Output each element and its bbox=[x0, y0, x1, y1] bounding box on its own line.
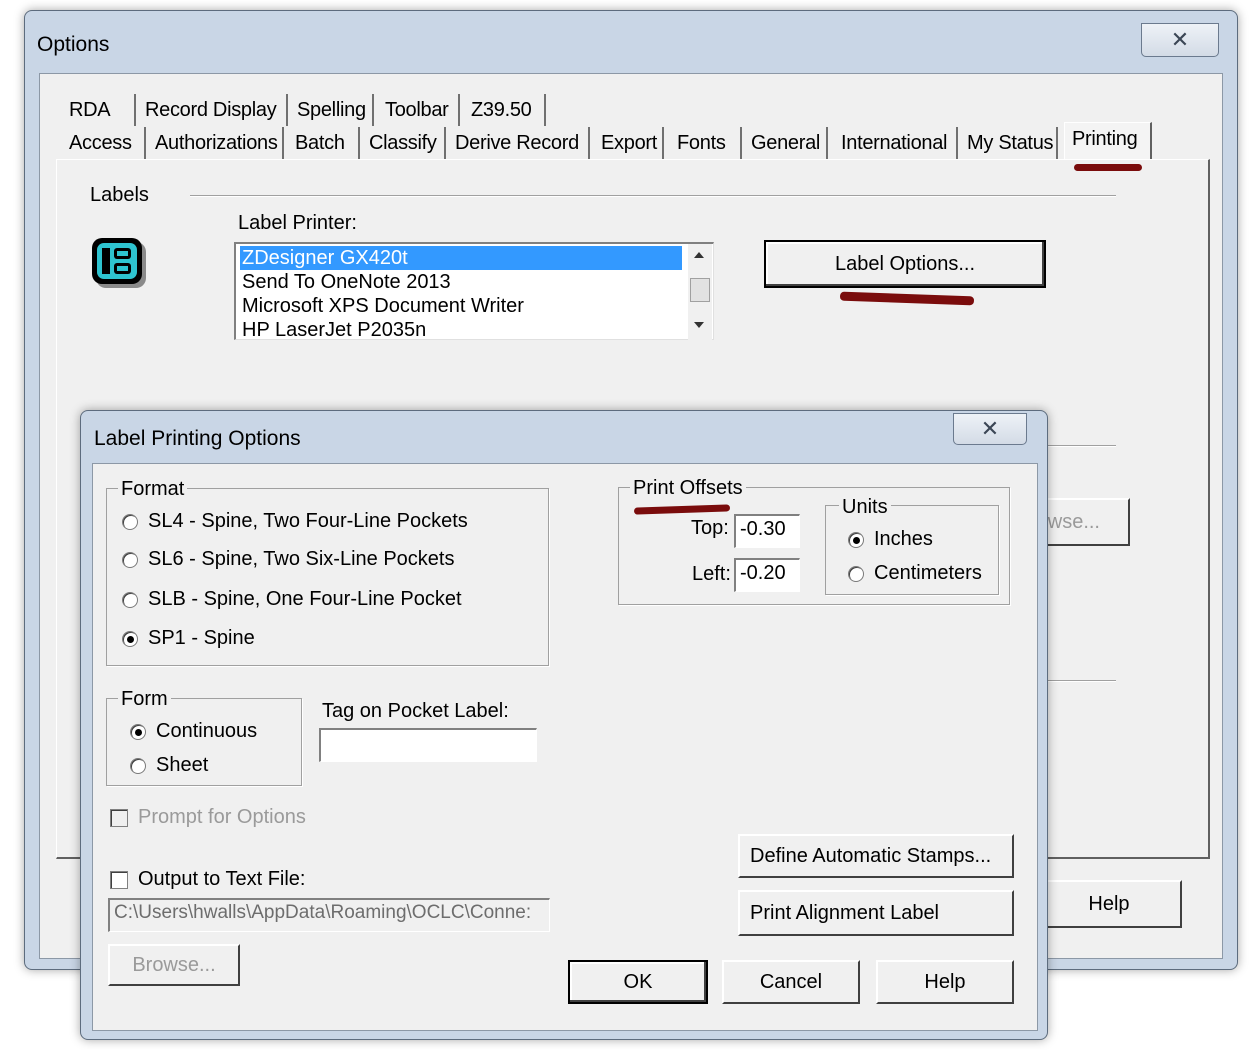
tab-toolbar[interactable]: Toolbar bbox=[378, 94, 460, 126]
printer-listbox[interactable]: ZDesigner GX420t Send To OneNote 2013 Mi… bbox=[234, 242, 714, 342]
dialog-close-button[interactable]: ✕ bbox=[953, 413, 1027, 445]
tab-printing[interactable]: Printing bbox=[1064, 122, 1152, 160]
tab-access[interactable]: Access bbox=[62, 127, 146, 159]
left-offset-input[interactable]: -0.20 bbox=[734, 558, 800, 592]
printer-item[interactable]: Microsoft XPS Document Writer bbox=[240, 294, 524, 318]
tab-batch[interactable]: Batch bbox=[288, 127, 360, 159]
top-offset-label: Top: bbox=[691, 517, 729, 539]
browse-button: Browse... bbox=[108, 944, 240, 986]
tab-record-display[interactable]: Record Display bbox=[138, 94, 288, 126]
section-separator bbox=[1040, 680, 1116, 682]
prompt-for-options-checkbox: Prompt for Options bbox=[110, 806, 306, 829]
tab-z3950[interactable]: Z39.50 bbox=[464, 94, 546, 126]
tab-rda[interactable]: RDA bbox=[62, 94, 136, 126]
printer-item[interactable]: ZDesigner GX420t bbox=[240, 246, 682, 270]
tab-derive-record[interactable]: Derive Record bbox=[448, 127, 590, 159]
scroll-thumb[interactable] bbox=[690, 278, 710, 302]
format-legend: Format bbox=[118, 478, 188, 500]
checkbox bbox=[110, 808, 128, 827]
radio-button[interactable] bbox=[130, 723, 146, 740]
form-option-continuous[interactable]: Continuous bbox=[130, 720, 257, 743]
format-option-label: SLB - Spine, One Four-Line Pocket bbox=[148, 588, 462, 610]
section-separator bbox=[1040, 445, 1116, 447]
labels-separator bbox=[190, 195, 1116, 197]
ok-button[interactable]: OK bbox=[568, 960, 708, 1004]
radio-button[interactable] bbox=[122, 630, 138, 647]
format-option-sl6[interactable]: SL6 - Spine, Two Six-Line Pockets bbox=[122, 548, 454, 571]
units-option-label: Centimeters bbox=[874, 562, 982, 584]
format-option-label: SL4 - Spine, Two Four-Line Pockets bbox=[148, 510, 468, 532]
tab-my-status[interactable]: My Status bbox=[960, 127, 1058, 159]
tab-international[interactable]: International bbox=[834, 127, 958, 159]
tab-classify[interactable]: Classify bbox=[362, 127, 446, 159]
define-automatic-stamps-button[interactable]: Define Automatic Stamps... bbox=[738, 834, 1014, 878]
form-option-sheet[interactable]: Sheet bbox=[130, 754, 208, 777]
units-option-label: Inches bbox=[874, 528, 933, 550]
tab-export[interactable]: Export bbox=[594, 127, 664, 159]
radio-button[interactable] bbox=[848, 531, 864, 548]
output-to-file-label: Output to Text File: bbox=[138, 868, 306, 890]
scroll-down-arrow-icon[interactable] bbox=[694, 322, 704, 328]
close-icon: ✕ bbox=[980, 416, 1000, 441]
form-legend: Form bbox=[118, 688, 171, 710]
options-help-button[interactable]: Help bbox=[1036, 880, 1182, 928]
labels-section-title: Labels bbox=[90, 184, 149, 206]
format-option-sp1[interactable]: SP1 - Spine bbox=[122, 627, 255, 650]
format-option-sl4[interactable]: SL4 - Spine, Two Four-Line Pockets bbox=[122, 510, 468, 533]
label-printer-label: Label Printer: bbox=[238, 212, 357, 234]
prompt-for-options-label: Prompt for Options bbox=[138, 806, 306, 828]
output-path-field: C:\Users\hwalls\AppData\Roaming\OCLC\Con… bbox=[108, 898, 550, 932]
radio-button[interactable] bbox=[848, 565, 864, 582]
form-option-label: Sheet bbox=[156, 754, 209, 776]
tab-general[interactable]: General bbox=[744, 127, 828, 159]
radio-button[interactable] bbox=[122, 513, 138, 530]
listbox-scrollbar[interactable] bbox=[688, 244, 712, 340]
checkbox[interactable] bbox=[110, 870, 128, 889]
print-offsets-legend: Print Offsets bbox=[630, 477, 746, 499]
format-option-slb[interactable]: SLB - Spine, One Four-Line Pocket bbox=[122, 588, 462, 611]
radio-button[interactable] bbox=[122, 591, 138, 608]
printer-item[interactable]: Send To OneNote 2013 bbox=[240, 270, 451, 294]
format-option-label: SL6 - Spine, Two Six-Line Pockets bbox=[148, 548, 455, 570]
units-option-inches[interactable]: Inches bbox=[848, 528, 933, 551]
form-option-label: Continuous bbox=[156, 720, 258, 742]
scroll-up-arrow-icon[interactable] bbox=[694, 252, 704, 258]
tab-spelling[interactable]: Spelling bbox=[290, 94, 374, 126]
tab-authorizations[interactable]: Authorizations bbox=[148, 127, 284, 159]
cancel-button[interactable]: Cancel bbox=[722, 960, 860, 1004]
label-printer-icon bbox=[90, 238, 150, 290]
close-icon: ✕ bbox=[1170, 27, 1190, 52]
tab-fonts[interactable]: Fonts bbox=[670, 127, 742, 159]
left-offset-label: Left: bbox=[692, 563, 731, 585]
printer-item[interactable]: HP LaserJet P2035n bbox=[240, 318, 426, 342]
options-window-title: Options bbox=[37, 33, 110, 56]
dialog-help-button[interactable]: Help bbox=[876, 960, 1014, 1004]
print-alignment-label-button[interactable]: Print Alignment Label bbox=[738, 890, 1014, 936]
label-options-button[interactable]: Label Options... bbox=[764, 240, 1046, 288]
options-close-button[interactable]: ✕ bbox=[1141, 23, 1219, 57]
units-option-centimeters[interactable]: Centimeters bbox=[848, 562, 982, 585]
radio-button[interactable] bbox=[122, 551, 138, 568]
units-legend: Units bbox=[839, 496, 891, 518]
browse-button-label: wse... bbox=[1047, 510, 1100, 533]
tag-input[interactable] bbox=[319, 728, 537, 762]
dialog-title: Label Printing Options bbox=[94, 427, 301, 450]
tag-on-pocket-label: Tag on Pocket Label: bbox=[322, 700, 509, 722]
radio-button[interactable] bbox=[130, 757, 146, 774]
top-offset-input[interactable]: -0.30 bbox=[734, 514, 800, 548]
format-option-label: SP1 - Spine bbox=[148, 627, 255, 649]
output-to-file-checkbox[interactable]: Output to Text File: bbox=[110, 868, 306, 891]
